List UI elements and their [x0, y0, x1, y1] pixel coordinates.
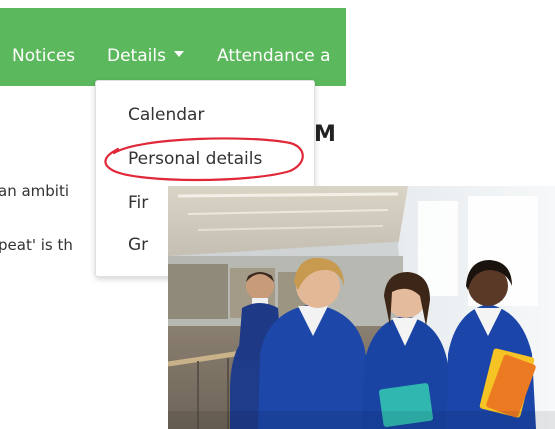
students-photo	[168, 186, 555, 429]
students-photo-illustration	[168, 186, 555, 429]
body-text-line: an ambiti	[0, 182, 70, 200]
navbar: Notices Details Attendance a	[0, 8, 346, 86]
nav-item-details[interactable]: Details	[107, 46, 184, 66]
red-circle-annotation	[104, 137, 304, 182]
nav-item-details-label: Details	[107, 46, 166, 66]
nav-item-attendance[interactable]: Attendance a	[217, 46, 331, 66]
dropdown-item-group[interactable]: Gr	[128, 235, 148, 255]
nav-item-notices[interactable]: Notices	[12, 46, 75, 66]
body-text-line: peat' is th	[0, 236, 73, 254]
dropdown-item-finance[interactable]: Fir	[128, 193, 148, 213]
dropdown-item-calendar[interactable]: Calendar	[128, 105, 204, 125]
caret-down-icon	[173, 51, 184, 57]
page-heading: M	[314, 122, 336, 147]
